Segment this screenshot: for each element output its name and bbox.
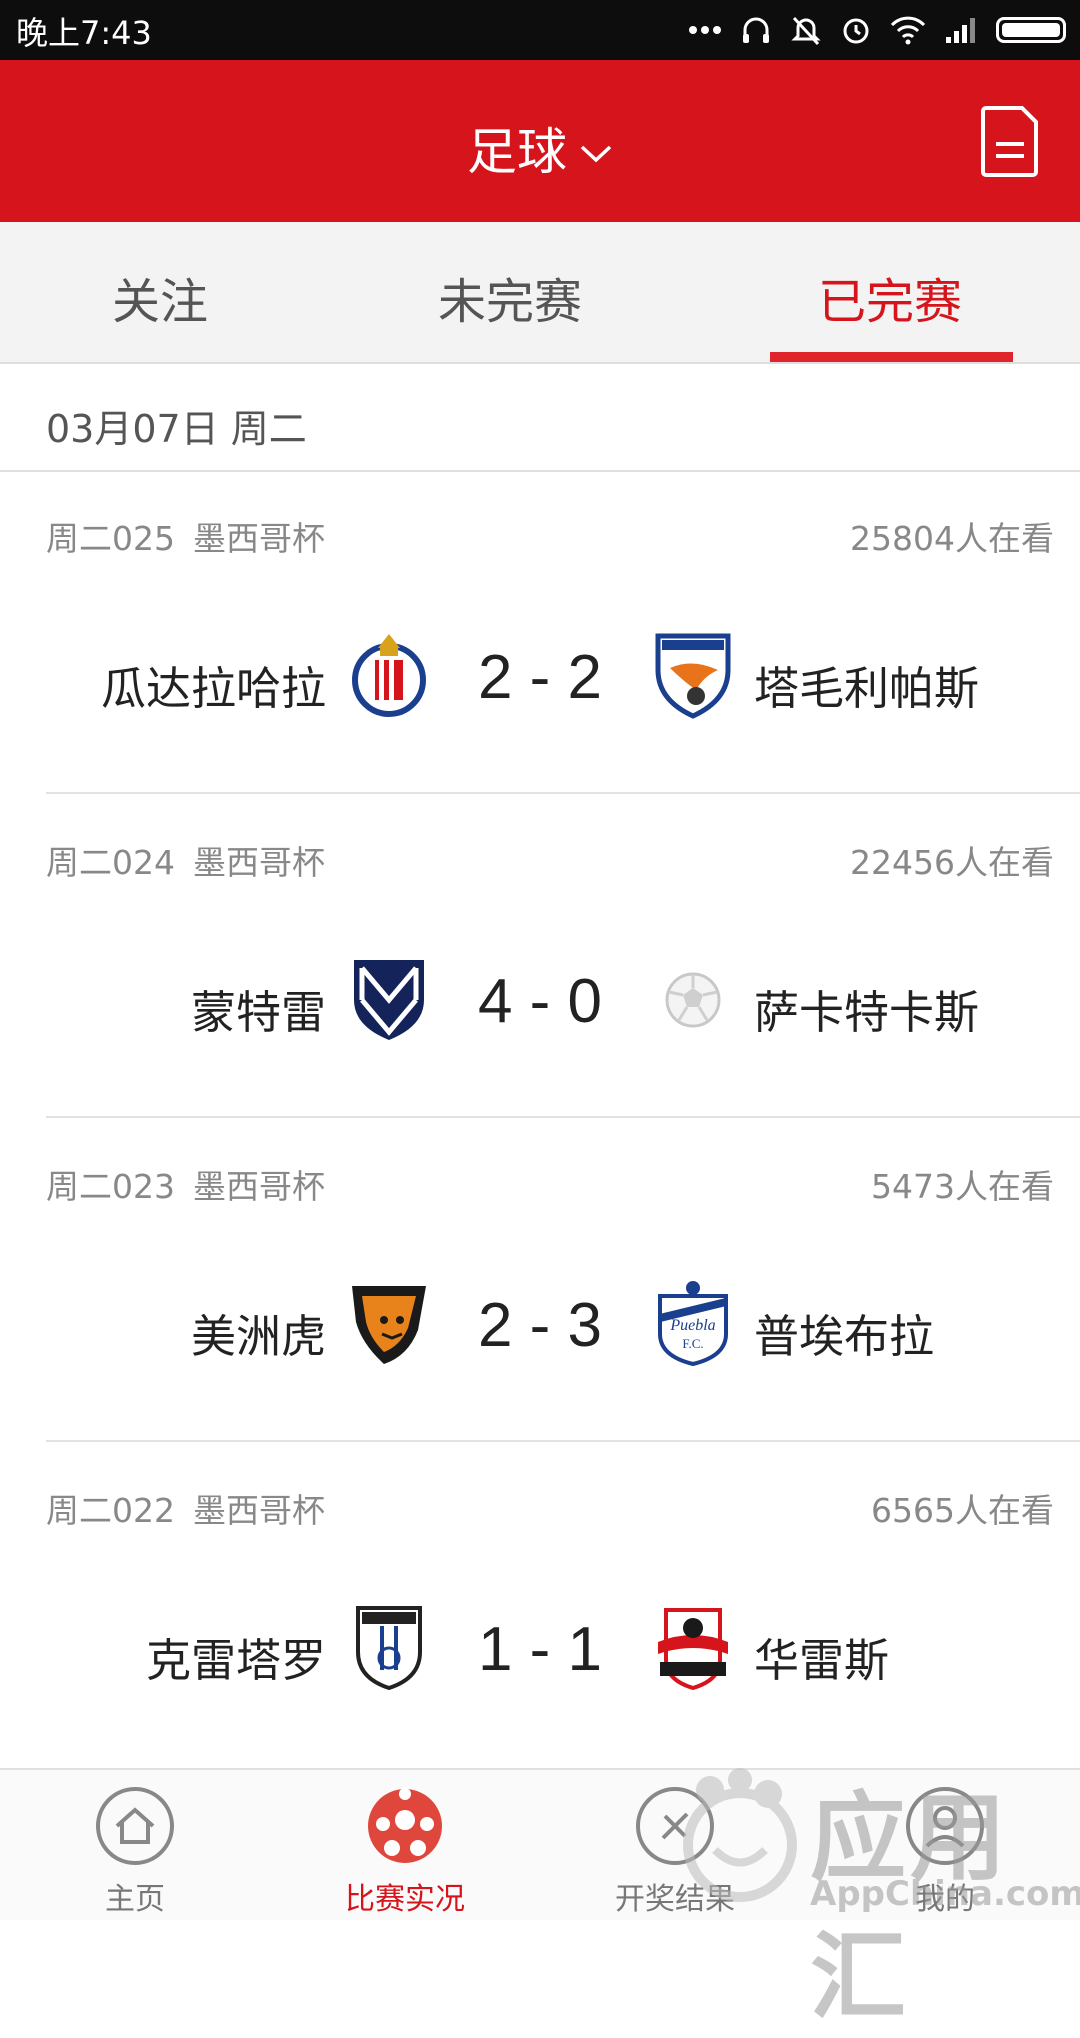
wifi-icon (890, 15, 926, 45)
svg-text:F.C.: F.C. (682, 1336, 703, 1351)
home-team: 瓜达拉哈拉 (100, 662, 326, 715)
match-code: 周二023 (46, 1167, 175, 1206)
battery-icon (996, 17, 1066, 43)
divider (46, 1440, 1080, 1442)
match-score: 2 - 2 (477, 643, 603, 712)
match-meta: 周二025 墨西哥杯 (46, 512, 325, 560)
match-score: 4 - 0 (477, 967, 603, 1036)
home-team: 克雷塔罗 (145, 1634, 326, 1687)
signal-icon (944, 15, 978, 45)
puebla-crest-icon: Puebla F.C. (652, 1278, 734, 1368)
league-name: 墨西哥杯 (193, 843, 325, 882)
status-icons (688, 8, 1066, 52)
away-team: 普埃布拉 (754, 1310, 935, 1363)
status-bar: 晚上7:43 (0, 0, 1080, 60)
watermark-subtext: AppChina.com (810, 1874, 1080, 1914)
headphones-icon (740, 14, 772, 46)
viewer-count: 25804人在看 (850, 519, 1054, 558)
match-code: 周二022 (46, 1491, 175, 1530)
match-row[interactable]: 周二025 墨西哥杯 25804人在看 瓜达拉哈拉 2 - 2 塔毛利帕斯 (0, 472, 1080, 794)
jaguares-crest-icon (348, 1278, 430, 1368)
watermark: 应用汇 AppChina.com (640, 1740, 1080, 2033)
tab-unfinished[interactable]: 未完赛 (438, 262, 582, 332)
match-meta: 周二023 墨西哥杯 (46, 1160, 325, 1208)
document-icon[interactable] (980, 104, 1040, 182)
active-tab-indicator (770, 352, 1013, 362)
match-row[interactable]: 周二023 墨西哥杯 5473人在看 美洲虎 2 - 3 Puebla F.C. 普… (0, 1120, 1080, 1442)
match-code: 周二024 (46, 843, 175, 882)
nav-live-matches[interactable]: 比赛实况 (270, 1770, 540, 1922)
sport-selector[interactable]: 足球 (0, 112, 1080, 184)
more-dots-icon (688, 25, 722, 35)
status-time: 晚上7:43 (16, 14, 152, 52)
match-score: 2 - 3 (477, 1291, 603, 1360)
match-score: 1 - 1 (477, 1615, 603, 1684)
appchina-logo-icon (683, 1768, 797, 1902)
indios-crest-icon (652, 1602, 734, 1692)
away-team: 塔毛利帕斯 (754, 662, 980, 715)
correcaminos-crest-icon (652, 630, 734, 720)
league-name: 墨西哥杯 (193, 1491, 325, 1530)
league-name: 墨西哥杯 (193, 1167, 325, 1206)
svg-text:Puebla: Puebla (669, 1317, 715, 1334)
viewer-count: 22456人在看 (850, 843, 1054, 882)
nav-label: 主页 (105, 1882, 165, 1917)
nav-label: 比赛实况 (345, 1882, 465, 1917)
away-team: 华雷斯 (754, 1634, 890, 1687)
match-row[interactable]: 周二024 墨西哥杯 22456人在看 蒙特雷 4 - 0 萨卡特卡斯 (0, 796, 1080, 1118)
alarm-icon (840, 14, 872, 46)
viewer-count: 5473人在看 (871, 1167, 1054, 1206)
tab-following[interactable]: 关注 (112, 262, 208, 332)
chivas-crest-icon (348, 630, 430, 720)
away-team: 萨卡特卡斯 (754, 986, 980, 1039)
home-team: 美洲虎 (190, 1310, 326, 1363)
home-icon (95, 1786, 175, 1866)
match-row[interactable]: 周二022 墨西哥杯 6565人在看 克雷塔罗 1 - 1 华雷斯 (0, 1444, 1080, 1766)
date-header: 03月07日 周二 (46, 407, 307, 451)
page-title: 足球 (467, 123, 567, 181)
app-header: 足球 (0, 60, 1080, 222)
divider (46, 1116, 1080, 1118)
monterrey-crest-icon (348, 954, 430, 1044)
chevron-down-icon (579, 119, 613, 177)
viewer-count: 6565人在看 (871, 1491, 1054, 1530)
queretaro-crest-icon (348, 1602, 430, 1692)
nav-home[interactable]: 主页 (0, 1770, 270, 1922)
home-team: 蒙特雷 (190, 986, 326, 1039)
divider (46, 792, 1080, 794)
mute-icon (790, 14, 822, 46)
league-name: 墨西哥杯 (193, 519, 325, 558)
match-meta: 周二024 墨西哥杯 (46, 836, 325, 884)
soccer-ball-placeholder-icon (652, 954, 734, 1044)
soccer-ball-icon (365, 1786, 445, 1866)
tab-finished[interactable]: 已完赛 (818, 262, 962, 332)
tab-bar: 关注 未完赛 已完赛 (0, 222, 1080, 364)
match-meta: 周二022 墨西哥杯 (46, 1484, 325, 1532)
match-code: 周二025 (46, 519, 175, 558)
